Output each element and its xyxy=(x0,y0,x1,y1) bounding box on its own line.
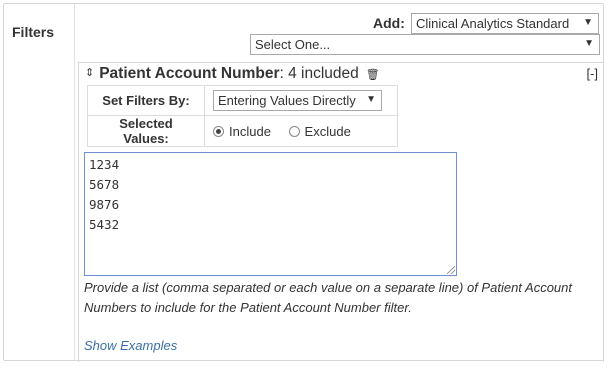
set-filters-by-cell: Entering Values Directly ▼ xyxy=(204,85,398,116)
table-row: Selected Values: Include Exclude xyxy=(87,115,398,147)
filter-count: : 4 included xyxy=(279,65,359,82)
trash-icon[interactable]: 🗑 xyxy=(366,68,380,81)
section-divider xyxy=(74,4,75,360)
add-label: Add: xyxy=(373,15,405,31)
add-filter-select[interactable]: Select One... ▼ xyxy=(250,34,600,55)
exclude-label[interactable]: Exclude xyxy=(305,124,351,139)
include-label[interactable]: Include xyxy=(229,124,271,139)
add-filter-set-value: Clinical Analytics Standard xyxy=(416,16,570,31)
chevron-down-icon: ▼ xyxy=(366,94,376,105)
sort-icon[interactable]: ⇕ xyxy=(85,66,94,79)
values-textarea[interactable]: 1234 5678 9876 5432 xyxy=(84,152,457,276)
set-filters-by-value: Entering Values Directly xyxy=(218,93,356,108)
filter-name: Patient Account Number xyxy=(99,65,280,82)
filters-section: Filters Add: Clinical Analytics Standard… xyxy=(3,3,604,362)
selected-values-label: Selected Values: xyxy=(87,115,205,147)
filters-label: Filters xyxy=(12,24,55,40)
set-filters-by-label: Set Filters By: xyxy=(87,85,205,116)
table-row: Set Filters By: Entering Values Directly… xyxy=(87,85,398,116)
add-filter-set-select[interactable]: Clinical Analytics Standard ▼ xyxy=(411,13,599,34)
add-filter-value: Select One... xyxy=(255,37,331,52)
filter-settings-table: Set Filters By: Entering Values Directly… xyxy=(87,85,398,147)
collapse-button[interactable]: [-] xyxy=(586,66,598,81)
filter-panel-header: ⇕ Patient Account Number: 4 included 🗑 xyxy=(85,65,380,83)
value-line: 9876 xyxy=(89,197,120,212)
resize-handle[interactable] xyxy=(447,266,455,274)
exclude-radio[interactable] xyxy=(288,125,300,137)
chevron-down-icon: ▼ xyxy=(583,17,593,28)
value-line: 5678 xyxy=(89,177,120,192)
set-filters-by-select[interactable]: Entering Values Directly ▼ xyxy=(213,90,382,111)
include-radio[interactable] xyxy=(213,125,224,137)
show-examples-link[interactable]: Show Examples xyxy=(84,338,177,353)
help-text: Provide a list (comma separated or each … xyxy=(84,280,573,315)
value-line: 5432 xyxy=(89,217,120,232)
value-line: 1234 xyxy=(89,157,120,172)
chevron-down-icon: ▼ xyxy=(584,38,594,49)
filter-panel-patient-account-number: ⇕ Patient Account Number: 4 included 🗑 [-]… xyxy=(78,62,604,362)
selected-values-cell: Include Exclude xyxy=(204,115,398,147)
